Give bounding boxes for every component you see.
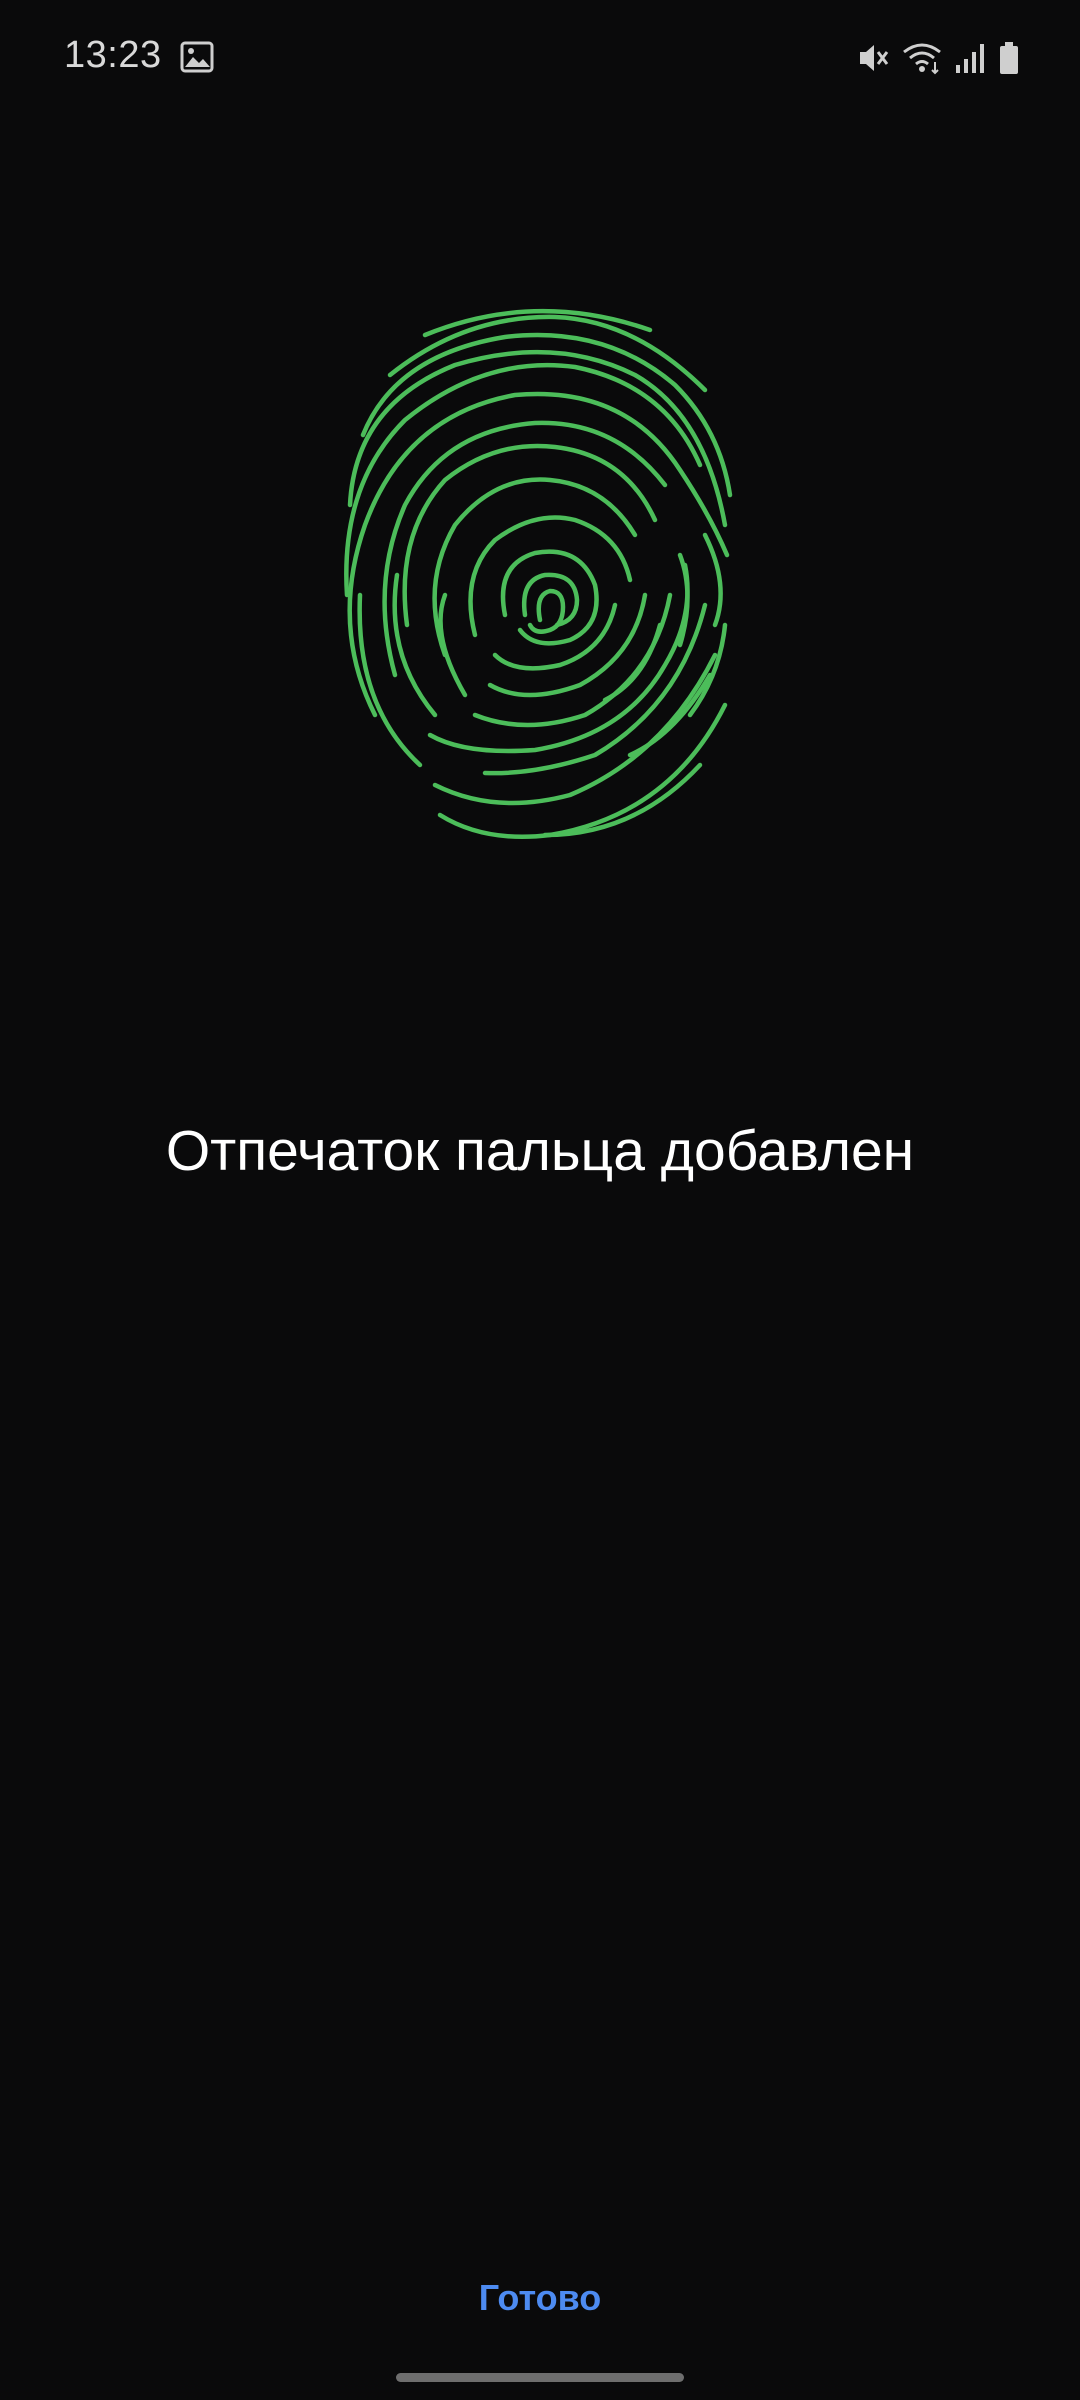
page-title: Отпечаток пальца добавлен xyxy=(165,1119,915,1183)
signal-icon xyxy=(954,41,986,75)
status-icons xyxy=(856,38,1020,78)
battery-icon xyxy=(998,40,1020,76)
status-time: 13:23 xyxy=(64,34,162,76)
image-icon xyxy=(180,40,214,74)
fingerprint-icon xyxy=(335,295,745,845)
done-button[interactable]: Готово xyxy=(440,2268,640,2328)
wifi-icon xyxy=(902,40,942,76)
mute-icon xyxy=(856,40,890,76)
status-bar: 13:23 xyxy=(0,0,1080,120)
navigation-handle[interactable] xyxy=(396,2373,684,2382)
